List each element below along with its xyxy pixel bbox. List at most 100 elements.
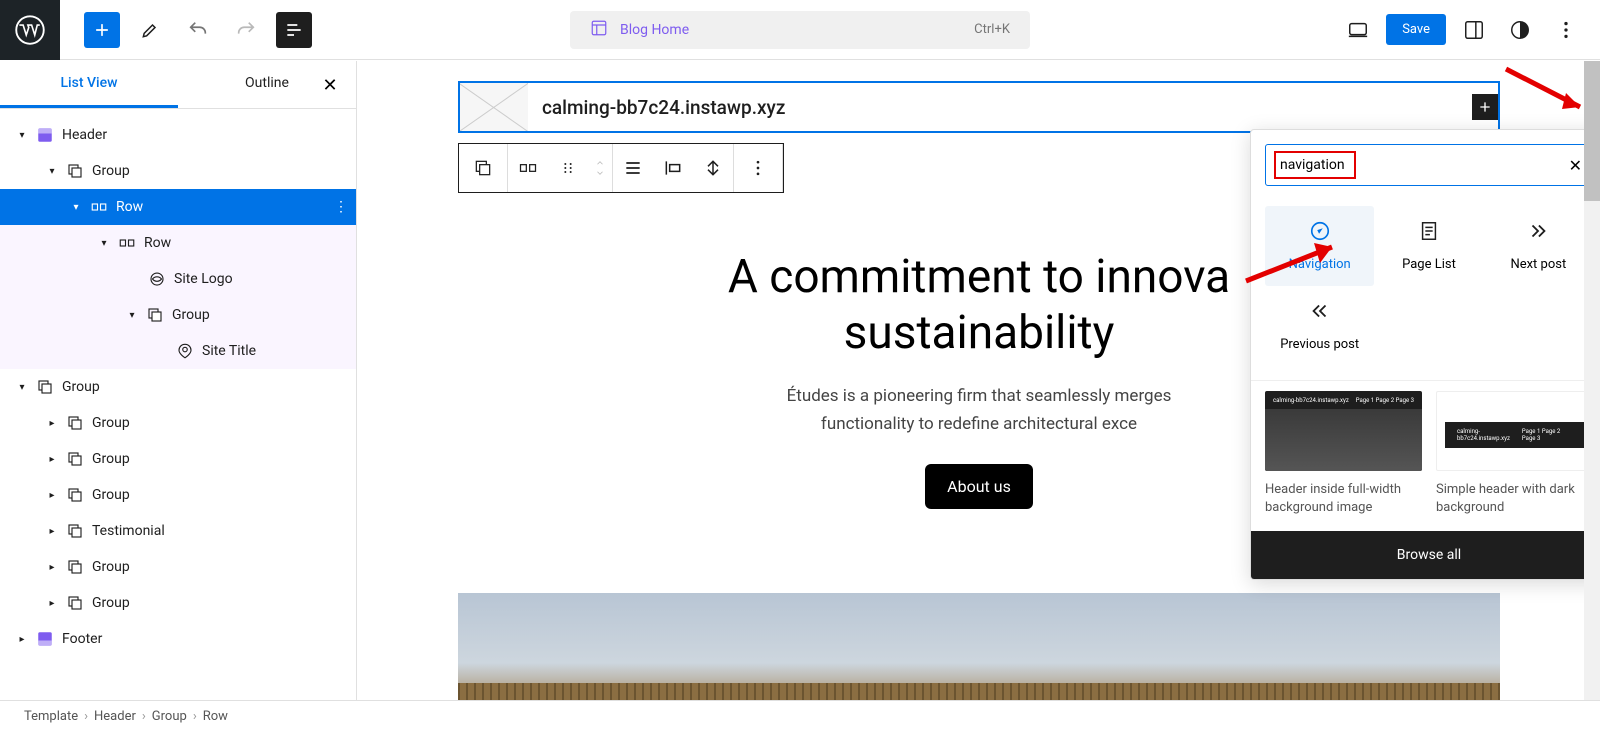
site-logo-icon [146,270,168,288]
keyboard-shortcut: Ctrl+K [974,22,1010,37]
next-post-icon [1527,220,1549,247]
chevron-down-icon: ▾ [120,310,144,321]
list-view-panel: List View Outline ✕ ▾ Header ▾ Group ▾ R… [0,61,357,700]
tree-item-group[interactable]: ▾ Group [0,297,356,333]
clear-search-button[interactable]: ✕ [1569,156,1582,175]
inserter-search-box: ✕ [1265,144,1593,186]
chevron-right-icon: ▸ [40,418,64,429]
chevron-right-icon: ▸ [40,598,64,609]
about-us-button[interactable]: About us [925,464,1033,509]
group-block-icon [64,450,86,468]
view-desktop-button[interactable] [1340,12,1376,48]
chevron-right-icon: ▸ [40,454,64,465]
header-block-icon [34,126,56,144]
drag-handle[interactable] [548,144,588,192]
append-block-button[interactable] [1472,94,1498,120]
align-button[interactable] [653,144,693,192]
tree-item-footer[interactable]: ▸ Footer [0,621,356,657]
tree-item-group[interactable]: ▸ Group [0,549,356,585]
chevron-down-icon: ▾ [64,202,88,213]
chevron-down-icon: ▾ [40,166,64,177]
vertical-align-button[interactable] [693,144,733,192]
breadcrumb-item[interactable]: Row [203,709,228,724]
group-block-icon [64,594,86,612]
chevron-down-icon: ▾ [10,382,34,393]
row-block-type-button[interactable] [508,144,548,192]
document-overview-button[interactable] [276,12,312,48]
close-panel-button[interactable]: ✕ [316,71,344,99]
save-button[interactable]: Save [1386,14,1446,45]
group-block-icon [64,558,86,576]
navigation-icon [1309,220,1331,247]
styles-panel-button[interactable] [1502,12,1538,48]
top-toolbar: Blog Home Ctrl+K Save [0,0,1600,60]
justify-button[interactable] [613,144,653,192]
tree-item-menu-button[interactable]: ⋮ [334,199,348,215]
group-block-icon [34,378,56,396]
row-block-icon [116,234,138,252]
block-options-button[interactable] [734,144,782,192]
header-row-block[interactable]: calming-bb7c24.instawp.xyz [458,81,1500,133]
tree-item-header[interactable]: ▾ Header [0,117,356,153]
tree-item-group[interactable]: ▸ Group [0,585,356,621]
select-parent-button[interactable] [459,144,507,192]
browse-all-button[interactable]: Browse all [1251,531,1600,579]
group-block-icon [144,306,166,324]
pattern-header-fullwidth[interactable]: calming-bb7c24.instawp.xyzPage 1 Page 2 … [1265,391,1422,517]
block-toolbar [458,143,784,193]
template-name: Blog Home [620,22,689,38]
previous-post-icon [1309,300,1331,327]
group-block-icon [64,486,86,504]
pattern-simple-header-dark[interactable]: calming-bb7c24.instawp.xyzPage 1 Page 2 … [1436,391,1593,517]
tab-list-view[interactable]: List View [0,61,178,108]
wordpress-logo[interactable] [0,0,60,60]
chevron-down-icon: ▾ [10,130,34,141]
site-logo-placeholder[interactable] [460,83,528,131]
group-block-icon [64,414,86,432]
chevron-right-icon: ▸ [40,562,64,573]
chevron-right-icon: ▸ [40,490,64,501]
block-option-page-list[interactable]: Page List [1374,206,1483,286]
inserter-search-input[interactable] [1276,157,1569,173]
more-options-button[interactable] [1548,12,1584,48]
block-breadcrumb: Template› Header› Group› Row [0,700,1600,732]
site-title-icon [174,342,196,360]
tree-item-row[interactable]: ▾ Row [0,225,356,261]
scrollbar[interactable] [1584,61,1600,700]
page-list-icon [1418,220,1440,247]
group-block-icon [64,162,86,180]
hero-image[interactable] [458,593,1500,700]
breadcrumb-item[interactable]: Header [94,709,136,724]
tree-item-group[interactable]: ▸ Group [0,477,356,513]
tree-item-group[interactable]: ▾ Group [0,369,356,405]
move-up-down-button[interactable] [588,144,612,192]
template-selector[interactable]: Blog Home Ctrl+K [570,11,1030,49]
chevron-right-icon: ▸ [40,526,64,537]
block-option-navigation[interactable]: Navigation [1265,206,1374,286]
scrollbar-thumb[interactable] [1584,61,1600,201]
redo-button[interactable] [228,12,264,48]
chevron-right-icon: ▸ [10,634,34,645]
breadcrumb-item[interactable]: Template [24,709,78,724]
settings-panel-button[interactable] [1456,12,1492,48]
add-block-button[interactable] [84,12,120,48]
undo-button[interactable] [180,12,216,48]
chevron-right-icon: › [84,709,88,724]
tree-item-group[interactable]: ▸ Group [0,405,356,441]
block-tree: ▾ Header ▾ Group ▾ Row ⋮ ▾ Row Site Logo… [0,109,356,700]
edit-tool-button[interactable] [132,12,168,48]
tree-item-group[interactable]: ▾ Group [0,153,356,189]
row-block-icon [88,198,110,216]
breadcrumb-item[interactable]: Group [152,709,187,724]
tree-item-group[interactable]: ▸ Group [0,441,356,477]
tree-item-site-title[interactable]: Site Title [0,333,356,369]
tree-item-testimonial[interactable]: ▸ Testimonial [0,513,356,549]
editor-canvas: calming-bb7c24.instawp.xyz A commitment … [358,61,1600,700]
tree-item-site-logo[interactable]: Site Logo [0,261,356,297]
tree-item-row-selected[interactable]: ▾ Row ⋮ [0,189,356,225]
chevron-right-icon: › [193,709,197,724]
block-option-next-post[interactable]: Next post [1484,206,1593,286]
site-title[interactable]: calming-bb7c24.instawp.xyz [542,96,785,119]
block-inserter-panel: ✕ Navigation Page List Next post [1250,129,1600,580]
block-option-previous-post[interactable]: Previous post [1265,286,1374,366]
